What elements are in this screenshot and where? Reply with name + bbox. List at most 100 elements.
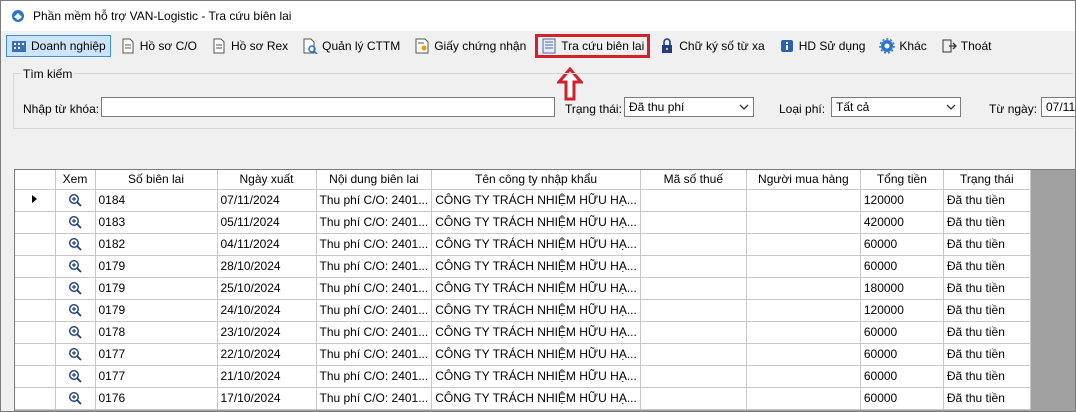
column-header[interactable]: Xem (55, 170, 96, 190)
status-cell[interactable]: Đã thu tiền (943, 365, 1031, 388)
view-cell[interactable] (55, 255, 96, 278)
status-cell[interactable]: Đã thu tiền (943, 343, 1031, 366)
row-header[interactable] (15, 299, 56, 322)
importer-name-cell[interactable]: CÔNG TY TRÁCH NHIỆM HỮU HẠ... (431, 343, 641, 366)
toolbar-certificate-button[interactable]: Giấy chứng nhận (409, 35, 531, 57)
total-amount-cell[interactable]: 60000 (860, 321, 944, 344)
status-select[interactable]: Đã thu phí (624, 97, 754, 117)
status-cell[interactable]: Đã thu tiền (943, 387, 1031, 410)
status-cell[interactable]: Đã thu tiền (943, 277, 1031, 300)
importer-name-cell[interactable]: CÔNG TY TRÁCH NHIỆM HỮU HẠ... (431, 211, 641, 234)
row-header[interactable] (15, 387, 56, 410)
table-row[interactable]: 0184 07/11/2024 Thu phí C/O: 2401... CÔN… (15, 189, 1031, 212)
tax-code-cell[interactable] (640, 189, 747, 212)
receipt-content-cell[interactable]: Thu phí C/O: 2401... (316, 299, 433, 322)
table-row[interactable]: 0179 25/10/2024 Thu phí C/O: 2401... CÔN… (15, 277, 1031, 300)
view-cell[interactable] (55, 299, 96, 322)
buyer-cell[interactable] (746, 233, 861, 256)
receipt-number-cell[interactable]: 0176 (95, 387, 218, 410)
table-row[interactable]: 0177 22/10/2024 Thu phí C/O: 2401... CÔN… (15, 343, 1031, 366)
column-header[interactable]: Ngày xuất (217, 170, 317, 190)
table-row[interactable]: 0179 24/10/2024 Thu phí C/O: 2401... CÔN… (15, 299, 1031, 322)
row-header[interactable] (15, 321, 56, 344)
total-amount-cell[interactable]: 180000 (860, 277, 944, 300)
receipt-number-cell[interactable]: 0177 (95, 343, 218, 366)
issue-date-cell[interactable]: 24/10/2024 (217, 299, 317, 322)
receipt-number-cell[interactable]: 0177 (95, 365, 218, 388)
buyer-cell[interactable] (746, 365, 861, 388)
view-cell[interactable] (55, 277, 96, 300)
table-row[interactable]: 0177 21/10/2024 Thu phí C/O: 2401... CÔN… (15, 365, 1031, 388)
column-header[interactable]: Tên công ty nhập khẩu (431, 170, 641, 190)
buyer-cell[interactable] (746, 211, 861, 234)
importer-name-cell[interactable]: CÔNG TY TRÁCH NHIỆM HỮU HẠ... (431, 233, 641, 256)
magnifier-icon[interactable] (68, 303, 82, 318)
total-amount-cell[interactable]: 60000 (860, 255, 944, 278)
row-header[interactable] (15, 211, 56, 234)
importer-name-cell[interactable]: CÔNG TY TRÁCH NHIỆM HỮU HẠ... (431, 387, 641, 410)
column-header[interactable]: Mã số thuế (640, 170, 747, 190)
magnifier-icon[interactable] (68, 281, 82, 296)
buyer-cell[interactable] (746, 189, 861, 212)
toolbar-remote-signature-button[interactable]: Chữ ký số từ xa (654, 35, 769, 57)
importer-name-cell[interactable]: CÔNG TY TRÁCH NHIỆM HỮU HẠ... (431, 277, 641, 300)
receipt-content-cell[interactable]: Thu phí C/O: 2401... (316, 255, 433, 278)
status-cell[interactable]: Đã thu tiền (943, 189, 1031, 212)
magnifier-icon[interactable] (68, 347, 82, 362)
issue-date-cell[interactable]: 28/10/2024 (217, 255, 317, 278)
row-header[interactable] (15, 343, 56, 366)
column-header[interactable]: Nội dung biên lai (316, 170, 433, 190)
tax-code-cell[interactable] (640, 277, 747, 300)
receipt-number-cell[interactable]: 0178 (95, 321, 218, 344)
tax-code-cell[interactable] (640, 233, 747, 256)
toolbar-company-button[interactable]: Doanh nghiệp (6, 35, 111, 57)
receipt-content-cell[interactable]: Thu phí C/O: 2401... (316, 343, 433, 366)
toolbar-co-button[interactable]: Hồ sơ C/O (115, 35, 202, 57)
issue-date-cell[interactable]: 23/10/2024 (217, 321, 317, 344)
tax-code-cell[interactable] (640, 255, 747, 278)
table-row[interactable]: 0176 17/10/2024 Thu phí C/O: 2401... CÔN… (15, 387, 1031, 410)
buyer-cell[interactable] (746, 343, 861, 366)
tax-code-cell[interactable] (640, 387, 747, 410)
issue-date-cell[interactable]: 05/11/2024 (217, 211, 317, 234)
receipt-content-cell[interactable]: Thu phí C/O: 2401... (316, 211, 433, 234)
buyer-cell[interactable] (746, 255, 861, 278)
view-cell[interactable] (55, 321, 96, 344)
keyword-input[interactable] (101, 97, 555, 117)
view-cell[interactable] (55, 343, 96, 366)
magnifier-icon[interactable] (68, 325, 82, 340)
magnifier-icon[interactable] (68, 391, 82, 406)
importer-name-cell[interactable]: CÔNG TY TRÁCH NHIỆM HỮU HẠ... (431, 321, 641, 344)
column-header[interactable]: Trạng thái (943, 170, 1031, 190)
issue-date-cell[interactable]: 21/10/2024 (217, 365, 317, 388)
total-amount-cell[interactable]: 120000 (860, 189, 944, 212)
receipt-number-cell[interactable]: 0184 (95, 189, 218, 212)
receipt-content-cell[interactable]: Thu phí C/O: 2401... (316, 387, 433, 410)
total-amount-cell[interactable]: 60000 (860, 387, 944, 410)
table-row[interactable]: 0179 28/10/2024 Thu phí C/O: 2401... CÔN… (15, 255, 1031, 278)
total-amount-cell[interactable]: 60000 (860, 233, 944, 256)
receipt-number-cell[interactable]: 0179 (95, 277, 218, 300)
column-header[interactable]: Số biên lai (95, 170, 218, 190)
view-cell[interactable] (55, 233, 96, 256)
tax-code-cell[interactable] (640, 343, 747, 366)
importer-name-cell[interactable]: CÔNG TY TRÁCH NHIỆM HỮU HẠ... (431, 365, 641, 388)
issue-date-cell[interactable]: 17/10/2024 (217, 387, 317, 410)
receipt-content-cell[interactable]: Thu phí C/O: 2401... (316, 233, 433, 256)
tax-code-cell[interactable] (640, 211, 747, 234)
row-header[interactable] (15, 277, 56, 300)
issue-date-cell[interactable]: 04/11/2024 (217, 233, 317, 256)
importer-name-cell[interactable]: CÔNG TY TRÁCH NHIỆM HỮU HẠ... (431, 255, 641, 278)
total-amount-cell[interactable]: 60000 (860, 343, 944, 366)
status-cell[interactable]: Đã thu tiền (943, 299, 1031, 322)
magnifier-icon[interactable] (68, 193, 82, 208)
receipt-content-cell[interactable]: Thu phí C/O: 2401... (316, 321, 433, 344)
view-cell[interactable] (55, 387, 96, 410)
row-header[interactable] (15, 365, 56, 388)
toolbar-rex-button[interactable]: Hồ sơ Rex (206, 35, 293, 57)
buyer-cell[interactable] (746, 277, 861, 300)
receipt-number-cell[interactable]: 0182 (95, 233, 218, 256)
view-cell[interactable] (55, 189, 96, 212)
toolbar-receipt-lookup-button[interactable]: Tra cứu biên lai (535, 34, 651, 58)
table-row[interactable]: 0183 05/11/2024 Thu phí C/O: 2401... CÔN… (15, 211, 1031, 234)
